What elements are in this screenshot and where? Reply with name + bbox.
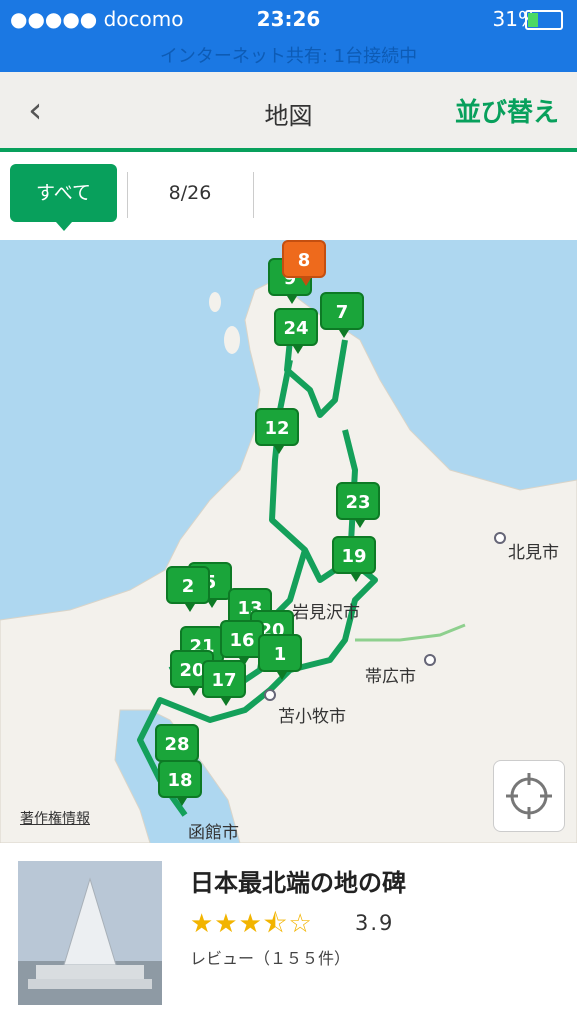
map-pin[interactable]: 7 (320, 292, 364, 338)
map-pin[interactable]: 17 (202, 660, 246, 706)
battery-icon (525, 10, 563, 30)
rating-value: 3.9 (355, 911, 395, 935)
city-label-kitami: 北見市 (508, 543, 559, 563)
tab-indicator (56, 222, 72, 231)
locate-button[interactable] (493, 760, 565, 832)
review-count: レビュー（１５５件） (190, 949, 351, 968)
crosshair-icon (506, 773, 552, 819)
map-view[interactable]: 北見市 岩見沢市 帯広市 苫小牧市 函館市 9 24 7 12 23 19 5 … (0, 240, 577, 843)
map-pin[interactable]: 12 (255, 408, 299, 454)
star-rating: ★★★⯪☆ (190, 909, 313, 939)
city-label-iwamizawa: 岩見沢市 (292, 603, 360, 623)
copyright-link[interactable]: 著作権情報 (20, 808, 90, 828)
map-pin[interactable]: 23 (336, 482, 380, 528)
sort-button[interactable]: 並び替え (455, 92, 559, 129)
city-label-tomakomai: 苫小牧市 (278, 707, 346, 727)
hotspot-banner[interactable]: インターネット共有: 1台接続中 (0, 42, 577, 68)
map-pin[interactable]: 2 (166, 566, 210, 612)
city-label-hakodate: 函館市 (188, 823, 239, 843)
map-pin[interactable]: 28 (155, 724, 199, 770)
divider (127, 172, 128, 218)
tab-all[interactable]: すべて (10, 164, 117, 222)
spot-name: 日本最北端の地の碑 (190, 869, 406, 897)
tab-count[interactable]: 8/26 (140, 164, 240, 222)
spot-thumbnail (18, 861, 162, 1005)
city-label-obihiro: 帯広市 (365, 667, 416, 687)
status-bar: ●●●●● docomo 23:26 31% インターネット共有: 1台接続中 (0, 0, 577, 72)
filter-bar: すべて 8/26 (0, 152, 577, 240)
map-pin[interactable]: 19 (332, 536, 376, 582)
map-pin[interactable]: 1 (258, 634, 302, 680)
spot-card[interactable]: 日本最北端の地の碑 ★★★⯪☆ 3.9 レビュー（１５５件） (0, 843, 577, 1024)
map-pin[interactable]: 18 (158, 760, 202, 806)
clock: 23:26 (256, 7, 321, 31)
map-pin-selected[interactable]: 8 (282, 240, 326, 286)
map-pin[interactable]: 24 (274, 308, 318, 354)
nav-bar: ‹ 地図 並び替え (0, 72, 577, 152)
divider (253, 172, 254, 218)
